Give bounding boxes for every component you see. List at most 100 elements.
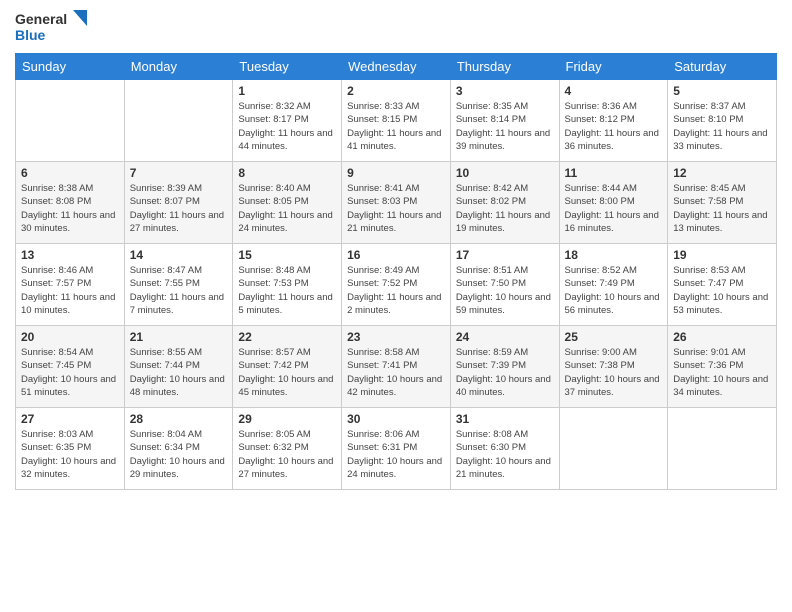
week-row-2: 13 Sunrise: 8:46 AM Sunset: 7:57 PM Dayli… <box>16 244 777 326</box>
day-info: Sunrise: 8:51 AM Sunset: 7:50 PM Dayligh… <box>456 264 554 317</box>
day-number: 1 <box>238 84 336 98</box>
calendar-cell: 6 Sunrise: 8:38 AM Sunset: 8:08 PM Daylig… <box>16 162 125 244</box>
calendar-cell: 27 Sunrise: 8:03 AM Sunset: 6:35 PM Dayli… <box>16 408 125 490</box>
day-number: 15 <box>238 248 336 262</box>
day-header-saturday: Saturday <box>668 54 777 80</box>
day-info: Sunrise: 8:42 AM Sunset: 8:02 PM Dayligh… <box>456 182 554 235</box>
day-info: Sunrise: 8:59 AM Sunset: 7:39 PM Dayligh… <box>456 346 554 399</box>
day-info: Sunrise: 8:44 AM Sunset: 8:00 PM Dayligh… <box>565 182 663 235</box>
day-number: 20 <box>21 330 119 344</box>
day-number: 2 <box>347 84 445 98</box>
day-number: 31 <box>456 412 554 426</box>
logo: GeneralBlue <box>15 10 90 45</box>
calendar-cell: 12Sunrise: 8:45 AM Sunset: 7:58 PM Dayli… <box>668 162 777 244</box>
day-info: Sunrise: 8:32 AM Sunset: 8:17 PM Dayligh… <box>238 100 336 153</box>
day-number: 28 <box>130 412 228 426</box>
day-number: 26 <box>673 330 771 344</box>
calendar-cell: 1 Sunrise: 8:32 AM Sunset: 8:17 PM Daylig… <box>233 80 342 162</box>
day-info: Sunrise: 8:39 AM Sunset: 8:07 PM Dayligh… <box>130 182 228 235</box>
day-header-wednesday: Wednesday <box>342 54 451 80</box>
week-row-3: 20Sunrise: 8:54 AM Sunset: 7:45 PM Dayli… <box>16 326 777 408</box>
day-header-sunday: Sunday <box>16 54 125 80</box>
calendar-cell: 16 Sunrise: 8:49 AM Sunset: 7:52 PM Dayli… <box>342 244 451 326</box>
calendar-cell: 11Sunrise: 8:44 AM Sunset: 8:00 PM Dayli… <box>559 162 668 244</box>
day-number: 6 <box>21 166 119 180</box>
day-number: 5 <box>673 84 771 98</box>
calendar-cell: 4 Sunrise: 8:36 AM Sunset: 8:12 PM Daylig… <box>559 80 668 162</box>
day-info: Sunrise: 8:49 AM Sunset: 7:52 PM Dayligh… <box>347 264 445 317</box>
day-info: Sunrise: 8:58 AM Sunset: 7:41 PM Dayligh… <box>347 346 445 399</box>
calendar-cell: 10 Sunrise: 8:42 AM Sunset: 8:02 PM Dayli… <box>450 162 559 244</box>
calendar-cell: 23 Sunrise: 8:58 AM Sunset: 7:41 PM Dayli… <box>342 326 451 408</box>
day-number: 29 <box>238 412 336 426</box>
day-info: Sunrise: 8:40 AM Sunset: 8:05 PM Dayligh… <box>238 182 336 235</box>
day-number: 8 <box>238 166 336 180</box>
day-info: Sunrise: 8:03 AM Sunset: 6:35 PM Dayligh… <box>21 428 119 481</box>
calendar-cell: 17Sunrise: 8:51 AM Sunset: 7:50 PM Dayli… <box>450 244 559 326</box>
day-info: Sunrise: 8:47 AM Sunset: 7:55 PM Dayligh… <box>130 264 228 317</box>
day-info: Sunrise: 8:45 AM Sunset: 7:58 PM Dayligh… <box>673 182 771 235</box>
calendar-cell: 3 Sunrise: 8:35 AM Sunset: 8:14 PM Daylig… <box>450 80 559 162</box>
day-info: Sunrise: 8:52 AM Sunset: 7:49 PM Dayligh… <box>565 264 663 317</box>
day-info: Sunrise: 8:33 AM Sunset: 8:15 PM Dayligh… <box>347 100 445 153</box>
day-info: Sunrise: 8:57 AM Sunset: 7:42 PM Dayligh… <box>238 346 336 399</box>
week-row-1: 6 Sunrise: 8:38 AM Sunset: 8:08 PM Daylig… <box>16 162 777 244</box>
day-info: Sunrise: 8:55 AM Sunset: 7:44 PM Dayligh… <box>130 346 228 399</box>
day-number: 13 <box>21 248 119 262</box>
day-info: Sunrise: 8:05 AM Sunset: 6:32 PM Dayligh… <box>238 428 336 481</box>
day-number: 9 <box>347 166 445 180</box>
day-header-friday: Friday <box>559 54 668 80</box>
calendar: SundayMondayTuesdayWednesdayThursdayFrid… <box>15 53 777 490</box>
day-info: Sunrise: 8:35 AM Sunset: 8:14 PM Dayligh… <box>456 100 554 153</box>
day-info: Sunrise: 8:08 AM Sunset: 6:30 PM Dayligh… <box>456 428 554 481</box>
calendar-cell: 29 Sunrise: 8:05 AM Sunset: 6:32 PM Dayli… <box>233 408 342 490</box>
day-info: Sunrise: 8:53 AM Sunset: 7:47 PM Dayligh… <box>673 264 771 317</box>
calendar-cell: 20Sunrise: 8:54 AM Sunset: 7:45 PM Dayli… <box>16 326 125 408</box>
svg-text:General: General <box>15 11 67 27</box>
day-number: 23 <box>347 330 445 344</box>
day-number: 19 <box>673 248 771 262</box>
day-number: 30 <box>347 412 445 426</box>
calendar-cell: 25 Sunrise: 9:00 AM Sunset: 7:38 PM Dayli… <box>559 326 668 408</box>
day-info: Sunrise: 8:06 AM Sunset: 6:31 PM Dayligh… <box>347 428 445 481</box>
day-header-monday: Monday <box>124 54 233 80</box>
calendar-cell <box>124 80 233 162</box>
day-info: Sunrise: 8:38 AM Sunset: 8:08 PM Dayligh… <box>21 182 119 235</box>
calendar-cell: 31 Sunrise: 8:08 AM Sunset: 6:30 PM Dayli… <box>450 408 559 490</box>
calendar-cell: 8 Sunrise: 8:40 AM Sunset: 8:05 PM Daylig… <box>233 162 342 244</box>
calendar-cell: 26 Sunrise: 9:01 AM Sunset: 7:36 PM Dayli… <box>668 326 777 408</box>
svg-text:Blue: Blue <box>15 27 46 43</box>
calendar-cell: 5Sunrise: 8:37 AM Sunset: 8:10 PM Daylig… <box>668 80 777 162</box>
logo-svg: GeneralBlue <box>15 10 90 45</box>
day-number: 7 <box>130 166 228 180</box>
day-number: 3 <box>456 84 554 98</box>
calendar-cell: 21 Sunrise: 8:55 AM Sunset: 7:44 PM Dayli… <box>124 326 233 408</box>
calendar-cell: 22 Sunrise: 8:57 AM Sunset: 7:42 PM Dayli… <box>233 326 342 408</box>
day-info: Sunrise: 9:00 AM Sunset: 7:38 PM Dayligh… <box>565 346 663 399</box>
day-info: Sunrise: 9:01 AM Sunset: 7:36 PM Dayligh… <box>673 346 771 399</box>
day-info: Sunrise: 8:46 AM Sunset: 7:57 PM Dayligh… <box>21 264 119 317</box>
day-number: 4 <box>565 84 663 98</box>
week-row-4: 27 Sunrise: 8:03 AM Sunset: 6:35 PM Dayli… <box>16 408 777 490</box>
day-number: 14 <box>130 248 228 262</box>
calendar-cell <box>559 408 668 490</box>
day-number: 22 <box>238 330 336 344</box>
calendar-cell: 14 Sunrise: 8:47 AM Sunset: 7:55 PM Dayli… <box>124 244 233 326</box>
calendar-cell <box>668 408 777 490</box>
day-number: 10 <box>456 166 554 180</box>
day-number: 18 <box>565 248 663 262</box>
day-number: 21 <box>130 330 228 344</box>
day-number: 25 <box>565 330 663 344</box>
calendar-cell: 15Sunrise: 8:48 AM Sunset: 7:53 PM Dayli… <box>233 244 342 326</box>
calendar-cell: 24Sunrise: 8:59 AM Sunset: 7:39 PM Dayli… <box>450 326 559 408</box>
day-header-thursday: Thursday <box>450 54 559 80</box>
week-row-0: 1 Sunrise: 8:32 AM Sunset: 8:17 PM Daylig… <box>16 80 777 162</box>
day-number: 27 <box>21 412 119 426</box>
day-info: Sunrise: 8:04 AM Sunset: 6:34 PM Dayligh… <box>130 428 228 481</box>
calendar-cell: 2 Sunrise: 8:33 AM Sunset: 8:15 PM Daylig… <box>342 80 451 162</box>
calendar-header-row: SundayMondayTuesdayWednesdayThursdayFrid… <box>16 54 777 80</box>
day-info: Sunrise: 8:36 AM Sunset: 8:12 PM Dayligh… <box>565 100 663 153</box>
day-header-tuesday: Tuesday <box>233 54 342 80</box>
day-number: 16 <box>347 248 445 262</box>
header: GeneralBlue <box>15 10 777 45</box>
